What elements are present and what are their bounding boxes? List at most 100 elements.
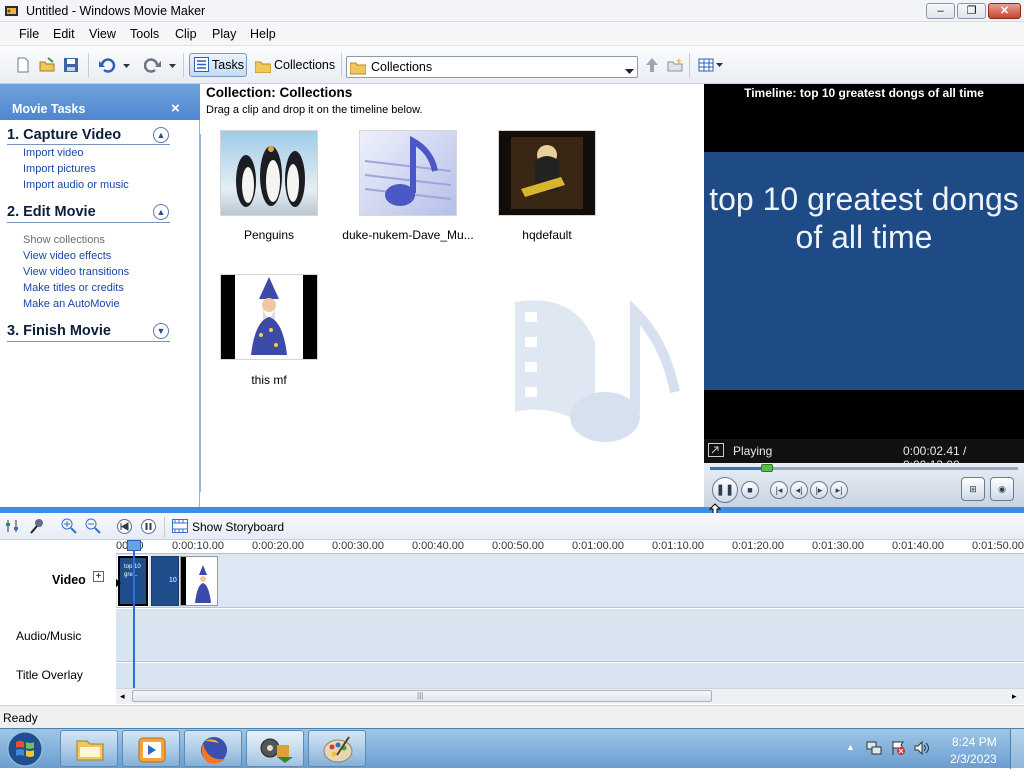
next-frame-button[interactable]: |▸ [810,481,828,499]
taskbar-movie-maker[interactable] [246,730,304,767]
menu-tools[interactable]: Tools [130,27,159,41]
collections-folder-icon [254,58,272,80]
menu-view[interactable]: View [89,27,116,41]
seek-slider-thumb[interactable] [760,464,773,472]
audio-music-track[interactable] [116,609,1024,662]
set-audio-levels-icon[interactable] [5,519,19,536]
volume-icon[interactable] [913,740,931,759]
split-clip-button[interactable]: ⊞ [961,477,985,501]
hqdefault-thumbnail[interactable] [498,130,596,216]
scroll-right-icon[interactable]: ▸ [1012,691,1017,702]
this-mf-thumbnail[interactable] [220,274,318,360]
penguins-caption: Penguins [243,228,295,242]
firefox-icon [201,737,227,764]
network-icon[interactable] [866,740,882,759]
show-hidden-icons-icon[interactable]: ▲ [846,742,855,752]
tasks-button[interactable]: Tasks [189,53,247,77]
forward-button[interactable]: ▸| [830,481,848,499]
movie-maker-app-icon[interactable] [4,3,20,19]
view-video-transitions-link[interactable]: View video transitions [23,266,129,278]
penguins-thumbnail[interactable] [220,130,318,216]
wizard-clip[interactable] [180,556,218,606]
ruler-tick: 0:00:50.00 [492,540,544,552]
playhead-handle[interactable] [127,540,141,551]
finish-movie-heading[interactable]: 3. Finish Movie [7,323,111,339]
menu-file[interactable]: File [19,27,39,41]
collection-dropdown[interactable]: Collections [346,56,638,78]
storyboard-icon[interactable] [172,519,188,536]
up-one-level-icon[interactable] [644,57,660,73]
hqdefault-caption: hqdefault [522,228,572,242]
minimize-button[interactable]: – [926,3,955,19]
view-video-effects-link[interactable]: View video effects [23,250,111,262]
playback-indicator[interactable] [133,540,135,688]
capture-video-heading[interactable]: 1. Capture Video [7,127,121,143]
window-title: Untitled - Windows Movie Maker [26,4,206,18]
taskbar-explorer[interactable] [60,730,118,767]
make-titles-link[interactable]: Make titles or credits [23,282,124,294]
undo-dropdown-icon[interactable] [122,59,132,75]
timeline-scroll-thumb[interactable]: ||| [132,690,712,702]
scroll-left-icon[interactable]: ◂ [120,691,125,702]
ruler-tick: 0:00:10.00 [172,540,224,552]
redo-dropdown-icon[interactable] [168,59,178,75]
pause-button[interactable]: ❚❚ [712,477,738,503]
start-button[interactable] [4,730,46,768]
timeline-ruler[interactable]: 00:00 0:00:10.00 0:00:20.00 0:00:30.00 0… [116,540,1024,554]
save-project-icon[interactable] [63,57,79,73]
close-tasks-icon[interactable]: × [171,100,180,117]
menu-clip[interactable]: Clip [175,27,197,41]
taskbar-paint[interactable] [308,730,366,767]
menu-play[interactable]: Play [212,27,236,41]
zoom-out-icon[interactable] [85,518,101,537]
collections-button[interactable]: Collections [251,53,337,77]
show-storyboard-button[interactable]: Show Storyboard [192,520,284,534]
clock-date[interactable]: 2/3/2023 [950,752,997,766]
ruler-tick: 0:01:00.00 [572,540,624,552]
collapse-edit-icon[interactable]: ▲ [153,204,169,220]
views-icon[interactable] [698,57,724,73]
clock-time[interactable]: 8:24 PM [952,735,997,749]
expand-finish-icon[interactable]: ▼ [153,323,169,339]
take-picture-button[interactable]: ◉ [990,477,1014,501]
ruler-tick: 0:00:30.00 [332,540,384,552]
zoom-in-icon[interactable] [61,518,77,537]
preview-state-icon [708,443,724,460]
preview-status-strip: Playing 0:00:02.41 / 0:00:13.00 [704,439,1024,472]
edit-movie-heading[interactable]: 2. Edit Movie [7,204,96,220]
media-player-icon [138,737,166,763]
pause-timeline-icon[interactable] [141,519,156,537]
make-automovie-link[interactable]: Make an AutoMovie [23,298,120,310]
maximize-button[interactable]: ❐ [957,3,986,19]
back-button[interactable]: |◂ [770,481,788,499]
open-project-icon[interactable] [39,57,55,73]
import-audio-link[interactable]: Import audio or music [23,179,129,191]
undo-icon[interactable] [98,57,116,73]
show-desktop-button[interactable] [1010,729,1024,769]
taskbar-firefox[interactable] [184,730,242,767]
collection-dropdown-icon [349,59,367,78]
windows-start-orb-icon [7,731,43,767]
tasks-button-label: Tasks [212,58,244,72]
menu-help[interactable]: Help [250,27,276,41]
expand-video-track-icon[interactable]: + [93,571,104,582]
seek-bar[interactable] [710,464,1018,472]
taskbar-media-player[interactable] [122,730,180,767]
text-clip-10[interactable]: 10 [151,556,179,606]
video-track[interactable] [116,554,1024,608]
action-center-flag-icon[interactable] [890,740,906,759]
close-button[interactable]: ✕ [988,3,1021,19]
previous-frame-button[interactable]: ◂| [790,481,808,499]
new-collection-folder-icon[interactable] [667,57,683,73]
rewind-timeline-icon[interactable] [117,519,132,537]
stop-button[interactable]: ■ [741,481,759,499]
menu-edit[interactable]: Edit [53,27,75,41]
import-pictures-link[interactable]: Import pictures [23,163,96,175]
import-video-link[interactable]: Import video [23,147,84,159]
new-project-icon[interactable] [15,57,31,73]
narrate-timeline-icon[interactable] [29,518,45,537]
collapse-capture-icon[interactable]: ▲ [153,127,169,143]
duke-nukem-audio-thumbnail[interactable] [359,130,457,216]
redo-icon[interactable] [143,57,161,73]
title-overlay-track[interactable] [116,663,1024,688]
